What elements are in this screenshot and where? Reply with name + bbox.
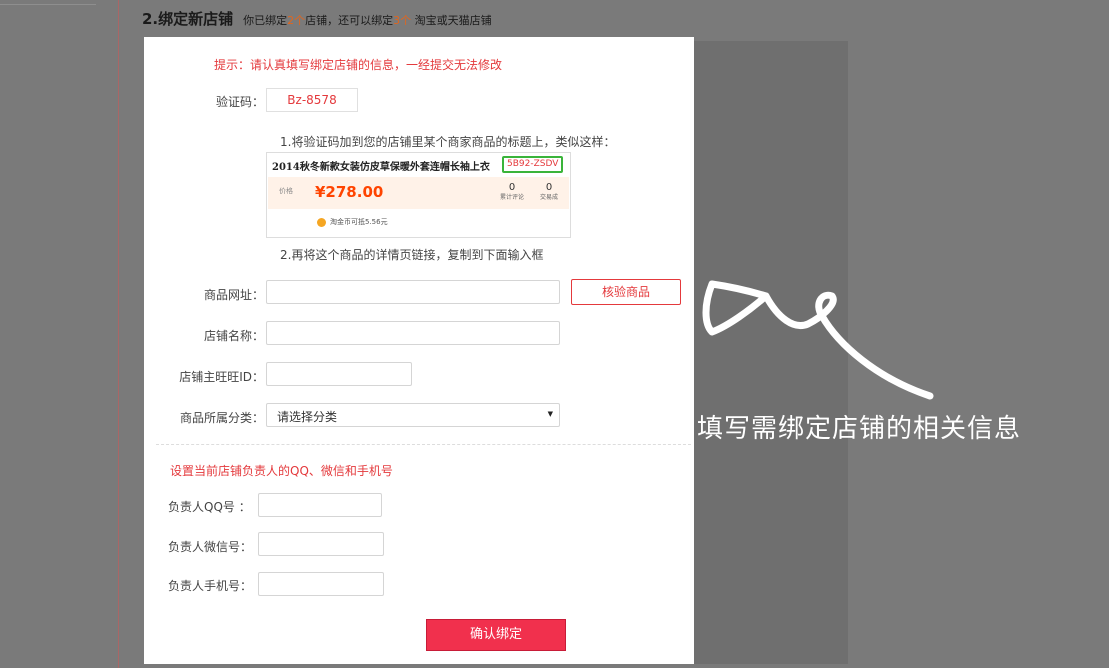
- sample-coin-text: 淘金币可抵5.56元: [330, 218, 388, 226]
- wangwang-id-label: 店铺主旺旺ID：: [179, 370, 264, 384]
- remain-count: 3个: [393, 14, 412, 27]
- category-label: 商品所属分类：: [179, 411, 264, 425]
- sample-code-highlight: 5B92-ZSDV: [502, 156, 564, 173]
- sample-reviews: 0 累计评论: [499, 182, 524, 201]
- category-select[interactable]: 请选择分类 ▼: [266, 403, 560, 427]
- wangwang-id-input[interactable]: [266, 362, 412, 386]
- warning-text: 提示：请认真填写绑定店铺的信息，一经提交无法修改: [214, 58, 503, 72]
- bind-shop-dialog: 提示：请认真填写绑定店铺的信息，一经提交无法修改 验证码： Bz-8578 1.…: [144, 37, 694, 664]
- wechat-label: 负责人微信号：: [168, 540, 253, 554]
- step-1-text: 1.将验证码加到您的店铺里某个商家商品的标题上，类似这样：: [280, 135, 616, 149]
- coin-icon: [317, 218, 326, 227]
- handwritten-arrow-scribble: [702, 280, 934, 400]
- shop-name-label: 店铺名称：: [203, 329, 264, 343]
- contact-section-title: 设置当前店铺负责人的QQ、微信和手机号: [170, 464, 393, 478]
- step-2-text: 2.再将这个商品的详情页链接，复制到下面输入框: [280, 248, 544, 262]
- top-left-divider: [0, 4, 96, 5]
- qq-input[interactable]: [258, 493, 382, 517]
- section-title: 2.绑定新店铺: [142, 10, 234, 28]
- product-url-label: 商品网址：: [203, 288, 264, 302]
- section-heading: 2.绑定新店铺 你已绑定2个店铺，还可以绑定3个 淘宝或天猫店铺: [142, 8, 492, 30]
- content-left-border: [118, 0, 119, 668]
- chevron-down-icon: ▼: [547, 410, 553, 418]
- bind-status-text: 你已绑定2个店铺，还可以绑定3个 淘宝或天猫店铺: [243, 14, 492, 27]
- shop-name-input[interactable]: [266, 321, 560, 345]
- sample-price-label: 价格: [279, 187, 293, 195]
- sample-product-title: 2014秋冬新款女装仿皮草保暖外套连帽长袖上衣: [272, 162, 490, 173]
- sample-deals: 0 交易成: [539, 182, 558, 201]
- verify-code-label: 验证码：: [215, 95, 264, 109]
- phone-input[interactable]: [258, 572, 384, 596]
- sample-price: ¥278.00: [315, 183, 384, 201]
- qq-label: 负责人QQ号 ：: [168, 500, 251, 514]
- wechat-input[interactable]: [258, 532, 384, 556]
- phone-label: 负责人手机号：: [168, 579, 253, 593]
- confirm-bind-button[interactable]: 确认绑定: [426, 619, 566, 651]
- product-url-input[interactable]: [266, 280, 560, 304]
- annotation-text: 填写需绑定店铺的相关信息: [697, 414, 1022, 444]
- verify-code-value: Bz-8578: [266, 88, 358, 112]
- section-divider: [156, 444, 691, 445]
- category-select-value: 请选择分类: [277, 410, 338, 424]
- bound-count: 2个: [287, 14, 306, 27]
- verify-product-button[interactable]: 核验商品: [571, 279, 681, 305]
- sample-product-card: 2014秋冬新款女装仿皮草保暖外套连帽长袖上衣 5B92-ZSDV 价格 ¥27…: [266, 152, 571, 238]
